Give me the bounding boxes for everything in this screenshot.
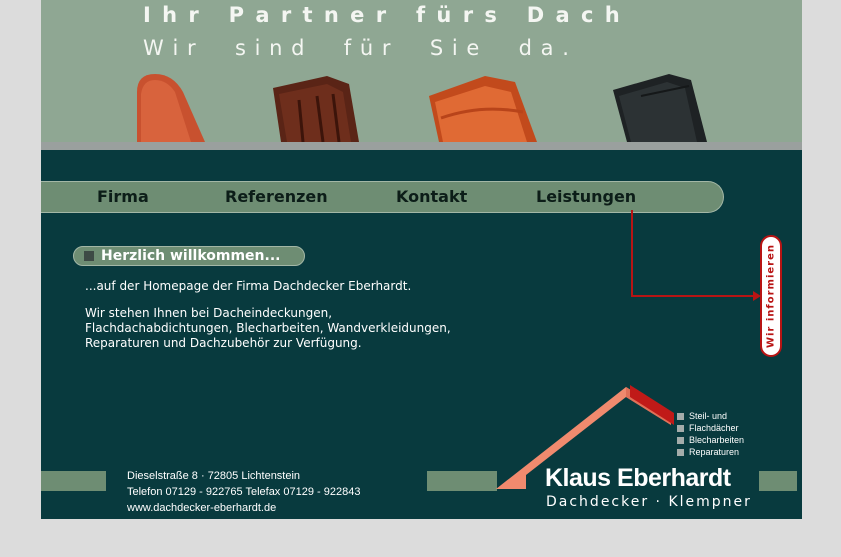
slogan-line-2: W i r s i n d f ü r S i e d a . [143,36,570,60]
footer-bar-left [41,471,106,491]
footer-bar-middle [427,471,497,491]
welcome-text-line-3: Reparaturen und Dachzubehör zur Verfügun… [85,336,362,350]
service-item: Flachdächer [677,422,739,434]
service-item: Steil- und [677,410,727,422]
nav-item-kontakt[interactable]: Kontakt [396,187,467,206]
brand-tagline: Dachdecker · Klempner [546,494,752,510]
main-navigation: Firma Referenzen Kontakt Leistungen [41,181,724,213]
service-item: Reparaturen [677,446,739,458]
connector-line [631,210,633,297]
connector-line [631,295,756,297]
website-link[interactable]: www.dachdecker-eberhardt.de [127,500,276,516]
brand-name: Klaus Eberhardt [545,464,731,492]
welcome-heading: Herzlich willkommen... [73,246,305,266]
info-button[interactable]: Wir informieren [760,235,782,357]
nav-item-leistungen[interactable]: Leistungen [536,187,636,206]
address-phone: Telefon 07129 - 922765 Telefax 07129 - 9… [127,486,361,498]
header-divider [41,142,802,150]
square-bullet-icon [84,251,94,261]
nav-item-referenzen[interactable]: Referenzen [225,187,328,206]
welcome-intro: ...auf der Homepage der Firma Dachdecker… [85,279,412,293]
service-item: Blecharbeiten [677,434,744,446]
info-button-label: Wir informieren [765,243,777,349]
welcome-title: Herzlich willkommen... [101,248,281,264]
welcome-text-line-1: Wir stehen Ihnen bei Dacheindeckungen, [85,306,333,320]
address-street: Dieselstraße 8 · 72805 Lichtenstein [127,470,301,482]
nav-item-firma[interactable]: Firma [97,187,149,206]
header-banner: I h r P a r t n e r f ü r s D a c h W i … [41,0,802,142]
page-frame: I h r P a r t n e r f ü r s D a c h W i … [41,0,802,519]
footer-bar-right [759,471,797,491]
slogan-line-1: I h r P a r t n e r f ü r s D a c h [143,3,622,27]
welcome-text-line-2: Flachdachabdichtungen, Blecharbeiten, Wa… [85,321,451,335]
